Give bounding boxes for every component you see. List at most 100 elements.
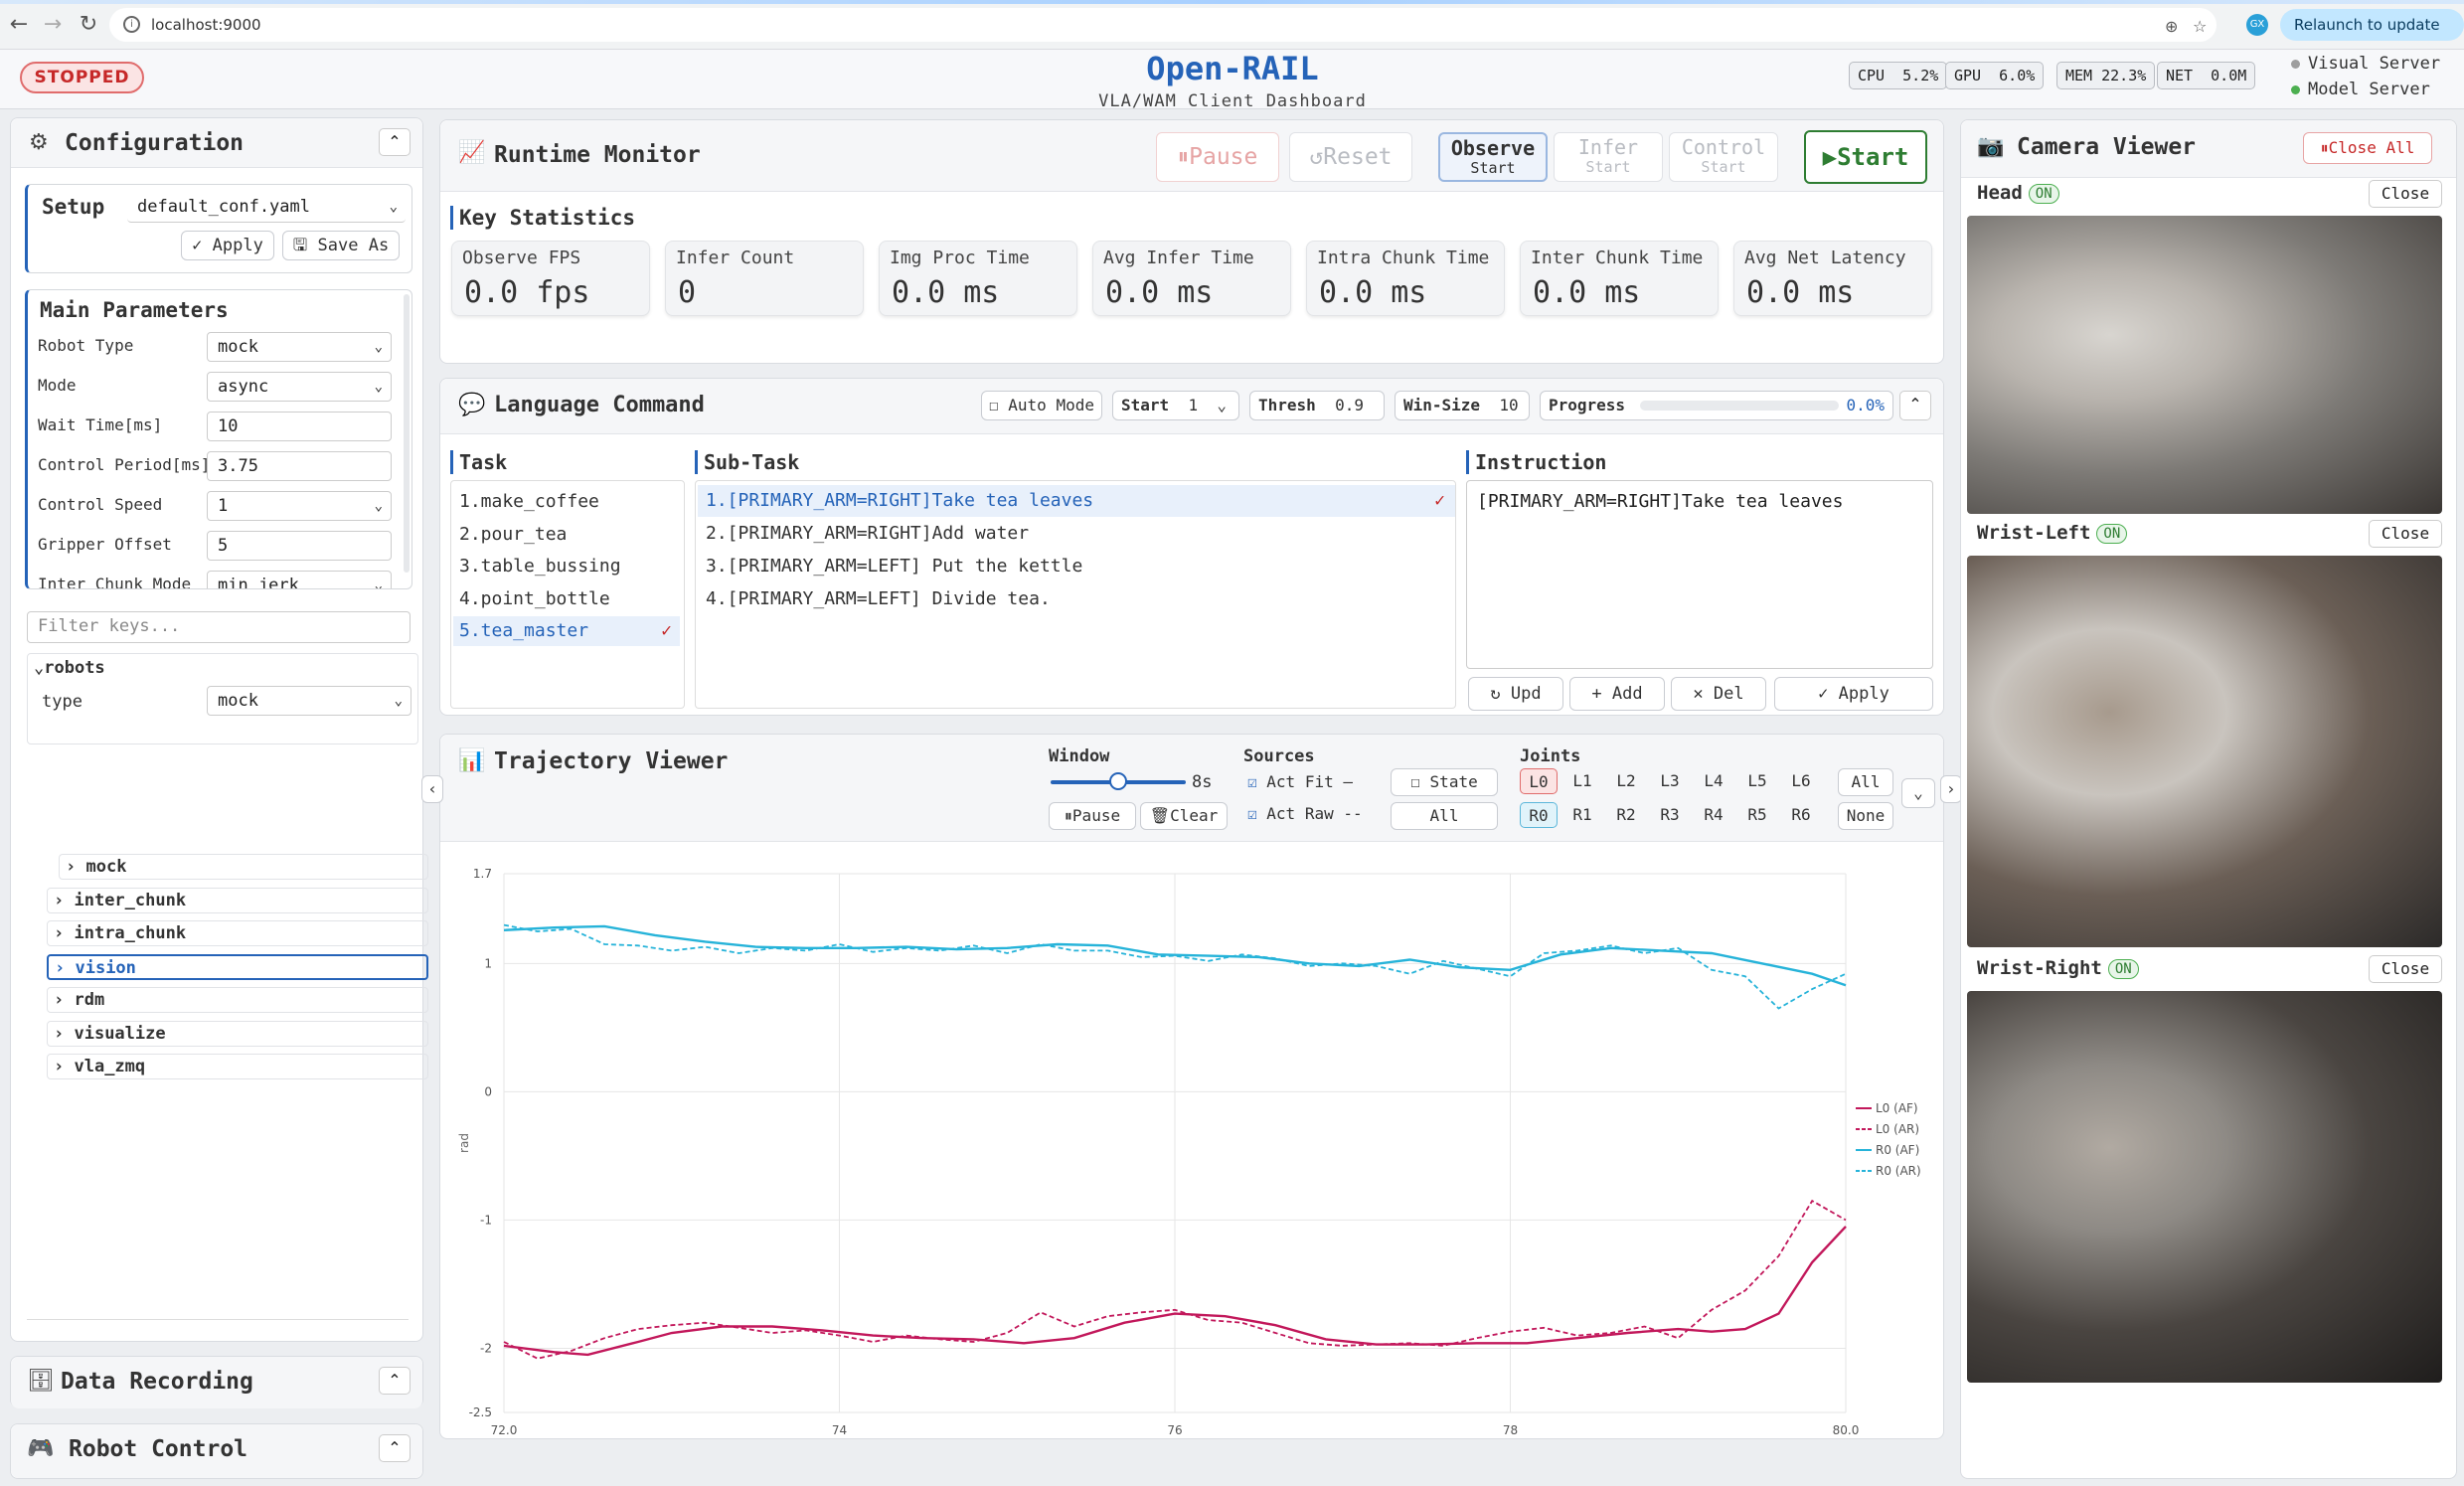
joint-toggle[interactable]: R1 (1563, 802, 1601, 828)
save-as-button[interactable]: 🖫 Save As (282, 231, 400, 260)
reload-icon[interactable]: ↻ (76, 12, 101, 38)
subtask-item[interactable]: 1.[PRIMARY_ARM=RIGHT]Take tea leaves ✓ (698, 485, 1455, 517)
tree-item[interactable]: › vision (47, 953, 428, 980)
site-info-icon[interactable]: i (123, 16, 140, 33)
collapse-button[interactable]: ⌃ (379, 1434, 411, 1462)
task-item[interactable]: 3.table_bussing (453, 552, 680, 581)
checkbox-checked-icon[interactable]: ☑ (1247, 804, 1257, 823)
expand-joints-button[interactable]: ⌄ (1901, 778, 1935, 808)
joints-none-button[interactable]: None (1838, 802, 1893, 830)
control-label: Control (1681, 135, 1766, 159)
task-item[interactable]: 5.tea_master ✓ (453, 616, 680, 646)
collapse-right-button[interactable]: › (1940, 775, 1962, 803)
robot-control-header[interactable]: 🎮 Robot Control ⌃ (11, 1424, 422, 1478)
winsize-field[interactable]: Win-Size 10 (1395, 391, 1530, 420)
stat-label: Intra Chunk Time (1317, 248, 1490, 268)
subtask-item[interactable]: 3.[PRIMARY_ARM=LEFT] Put the kettle (698, 551, 1455, 582)
infer-start-button[interactable]: Infer Start (1554, 132, 1663, 182)
add-button[interactable]: + Add (1569, 677, 1665, 711)
update-button[interactable]: ↻ Upd (1468, 677, 1563, 711)
param-input[interactable]: 5 (207, 531, 392, 561)
joint-toggle[interactable]: R5 (1738, 802, 1776, 828)
tree-type-select[interactable]: mock ⌄ (207, 686, 411, 716)
task-item[interactable]: 2.pour_tea (453, 520, 680, 550)
apply-instruction-button[interactable]: ✓ Apply (1774, 677, 1933, 711)
tree-root-robots[interactable]: ⌄robots (34, 658, 105, 678)
instruction-textarea[interactable]: [PRIMARY_ARM=RIGHT]Take tea leaves (1466, 480, 1933, 669)
start-button[interactable]: ▶Start (1804, 130, 1927, 184)
auto-mode-toggle[interactable]: ☐ Auto Mode (981, 391, 1102, 420)
trajectory-chart[interactable]: 72.0 74 76 78 80.01.710-1-2-2.5radL0 (AF)L0 … (448, 850, 1937, 1434)
joint-toggle[interactable]: R3 (1651, 802, 1689, 828)
thresh-field[interactable]: Thresh 0.9 (1249, 391, 1385, 420)
param-select[interactable]: 1 ⌄ (207, 491, 392, 521)
joint-toggle[interactable]: R4 (1695, 802, 1732, 828)
reset-button[interactable]: ↺Reset (1289, 132, 1412, 182)
stat-value: 0.0 ms (1105, 275, 1214, 310)
stat-label: Infer Count (676, 248, 795, 268)
zoom-icon[interactable]: ⊕ (2165, 17, 2178, 36)
collapse-button[interactable]: ⌃ (379, 1367, 411, 1395)
tree-item[interactable]: › vla_zmq (47, 1054, 428, 1079)
address-bar[interactable]: i localhost:9000 ⊕ ☆ (109, 8, 2217, 42)
control-start-button[interactable]: Control Start (1669, 132, 1778, 182)
subtask-item[interactable]: 4.[PRIMARY_ARM=LEFT] Divide tea. (698, 583, 1455, 615)
star-icon[interactable]: ☆ (2193, 17, 2207, 36)
collapse-button[interactable]: ⌃ (1899, 391, 1931, 420)
source-act-raw[interactable]: ☑ Act Raw -- (1247, 804, 1363, 823)
checkbox-checked-icon[interactable]: ☑ (1247, 772, 1257, 791)
joint-toggle[interactable]: R6 (1782, 802, 1820, 828)
start-index-select[interactable]: Start 1 ⌄ (1112, 391, 1239, 420)
param-select[interactable]: async ⌄ (207, 372, 392, 402)
camera-close-button[interactable]: Close (2369, 520, 2442, 548)
profile-avatar[interactable]: GX (2246, 14, 2268, 36)
param-input[interactable]: 3.75 (207, 451, 392, 481)
apply-setup-button[interactable]: ✓ Apply (181, 231, 274, 260)
forward-icon[interactable]: → (40, 12, 66, 38)
pause-button[interactable]: ⏸Pause (1156, 132, 1279, 182)
window-slider-thumb[interactable] (1109, 772, 1127, 790)
tree-item-label: intra_chunk (74, 923, 187, 943)
param-select[interactable]: mock ⌄ (207, 332, 392, 362)
back-icon[interactable]: ← (6, 12, 32, 38)
tree-item[interactable]: › inter_chunk (47, 887, 428, 913)
param-input[interactable]: 10 (207, 412, 392, 441)
source-act-fit[interactable]: ☑ Act Fit — (1247, 772, 1353, 791)
data-recording-header[interactable]: 🗄 Data Recording ⌃ (11, 1357, 422, 1408)
tree-item[interactable]: › visualize (47, 1020, 428, 1047)
joints-all-button[interactable]: All (1838, 768, 1893, 796)
close-all-button[interactable]: ⏸Close All (2303, 132, 2432, 164)
joint-toggle[interactable]: L4 (1695, 768, 1732, 794)
joint-toggle[interactable]: R0 (1520, 802, 1558, 828)
task-item[interactable]: 1.make_coffee (453, 487, 680, 517)
joint-toggle[interactable]: L2 (1607, 768, 1645, 794)
sources-all-button[interactable]: All (1391, 802, 1498, 830)
camera-close-button[interactable]: Close (2369, 955, 2442, 983)
joint-toggle[interactable]: L3 (1651, 768, 1689, 794)
param-select[interactable]: min_jerk ⌄ (207, 571, 392, 588)
setup-file-select[interactable]: default_conf.yaml ⌄ (127, 193, 406, 223)
tree-item-label: vla_zmq (74, 1057, 146, 1076)
joint-toggle[interactable]: R2 (1607, 802, 1645, 828)
joint-toggle[interactable]: L0 (1520, 768, 1558, 794)
observe-start-button[interactable]: Observe Start (1438, 132, 1548, 182)
task-item[interactable]: 4.point_bottle (453, 584, 680, 614)
relaunch-button[interactable]: Relaunch to update ⋮ (2280, 9, 2464, 66)
trajectory-clear-button[interactable]: 🗑Clear (1140, 802, 1228, 830)
joint-toggle[interactable]: L6 (1782, 768, 1820, 794)
stat-value: 0.0 ms (1746, 275, 1855, 310)
filter-keys-input[interactable]: Filter keys... (27, 611, 411, 643)
camera-close-button[interactable]: Close (2369, 180, 2442, 208)
params-scrollbar[interactable] (404, 294, 410, 573)
source-state[interactable]: ☐ State ···· (1391, 768, 1498, 817)
delete-button[interactable]: ✕ Del (1671, 677, 1766, 711)
tree-item[interactable]: › mock (59, 854, 428, 880)
collapse-button[interactable]: ⌃ (379, 128, 411, 156)
tree-item[interactable]: › rdm (47, 987, 428, 1013)
joint-toggle[interactable]: L1 (1563, 768, 1601, 794)
collapse-left-button[interactable]: ‹ (421, 775, 443, 803)
subtask-item[interactable]: 2.[PRIMARY_ARM=RIGHT]Add water (698, 518, 1455, 550)
trajectory-pause-button[interactable]: ⏸Pause (1049, 802, 1136, 830)
joint-toggle[interactable]: L5 (1738, 768, 1776, 794)
tree-item[interactable]: › intra_chunk (47, 920, 428, 946)
